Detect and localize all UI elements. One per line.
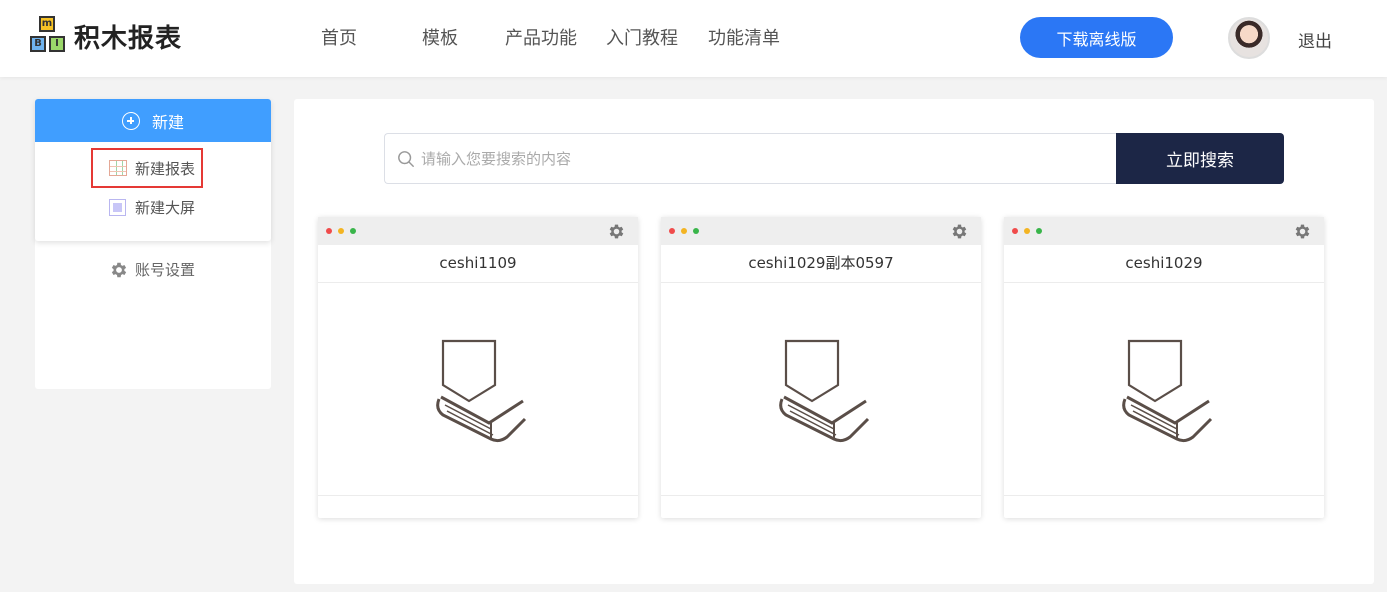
user-avatar[interactable] [1228,17,1270,59]
card-title: ceshi1029副本0597 [661,245,981,283]
card-thumbnail [318,283,638,496]
nav-templates[interactable]: 模板 [422,24,458,50]
nav-feature-list[interactable]: 功能清单 [708,24,780,50]
window-dot-yellow [1024,228,1030,234]
card-titlebar [661,217,981,245]
plus-circle-icon [121,111,140,130]
search-button[interactable]: 立即搜索 [1116,133,1284,184]
window-dot-green [1036,228,1042,234]
logo-blocks-icon: m B I [30,16,72,56]
screen-icon [109,198,126,216]
window-dot-green [350,228,356,234]
window-dot-red [1012,228,1018,234]
logo-block-m: m [39,16,55,32]
top-header: m B I 积木报表 首页 模板 产品功能 入门教程 功能清单 下载离线版 退出 [0,0,1387,77]
sidebar: 新建 新建报表 新建大屏 账号设置 [35,99,271,389]
nav-features[interactable]: 产品功能 [505,24,577,50]
report-card[interactable]: ceshi1029副本0597 [661,217,981,518]
card-thumbnail [661,283,981,496]
card-titlebar [318,217,638,245]
window-dot-yellow [338,228,344,234]
report-card[interactable]: ceshi1109 [318,217,638,518]
logo-text: 积木报表 [74,23,183,54]
table-icon [109,160,127,176]
new-dropdown-panel: 新建 新建报表 新建大屏 [35,99,271,241]
window-dot-red [669,228,675,234]
card-titlebar [1004,217,1324,245]
new-report-label: 新建报表 [135,159,196,178]
logo-block-i: I [49,36,65,52]
gear-icon[interactable] [607,222,626,241]
window-dot-yellow [681,228,687,234]
new-button-label: 新建 [151,112,184,132]
main-content: 立即搜索 ceshi1109 [294,99,1374,584]
nav-tutorial[interactable]: 入门教程 [606,24,678,50]
account-settings-item[interactable]: 账号设置 [109,259,195,280]
gear-icon [111,262,127,277]
logo-block-b: B [30,36,46,52]
new-screen-label: 新建大屏 [135,198,196,217]
download-offline-button[interactable]: 下载离线版 [1020,17,1173,58]
new-button[interactable]: 新建 [35,99,271,142]
window-dot-green [693,228,699,234]
brand-logo[interactable]: m B I 积木报表 [30,16,182,56]
search-input[interactable] [421,149,1101,168]
book-logo-icon [779,339,870,443]
account-settings-label: 账号设置 [135,261,196,279]
report-card[interactable]: ceshi1029 [1004,217,1324,518]
card-thumbnail [1004,283,1324,496]
book-logo-icon [1122,339,1213,443]
nav-home[interactable]: 首页 [321,24,357,50]
book-logo-icon [436,339,527,443]
window-dot-red [326,228,332,234]
card-title: ceshi1109 [318,245,638,283]
new-report-item[interactable]: 新建报表 [91,148,204,188]
search-box [384,133,1116,184]
gear-icon[interactable] [950,222,969,241]
card-title: ceshi1029 [1004,245,1324,283]
gear-icon[interactable] [1293,222,1312,241]
search-icon [398,150,414,167]
new-screen-item[interactable]: 新建大屏 [109,197,195,217]
logout-link[interactable]: 退出 [1298,27,1332,52]
